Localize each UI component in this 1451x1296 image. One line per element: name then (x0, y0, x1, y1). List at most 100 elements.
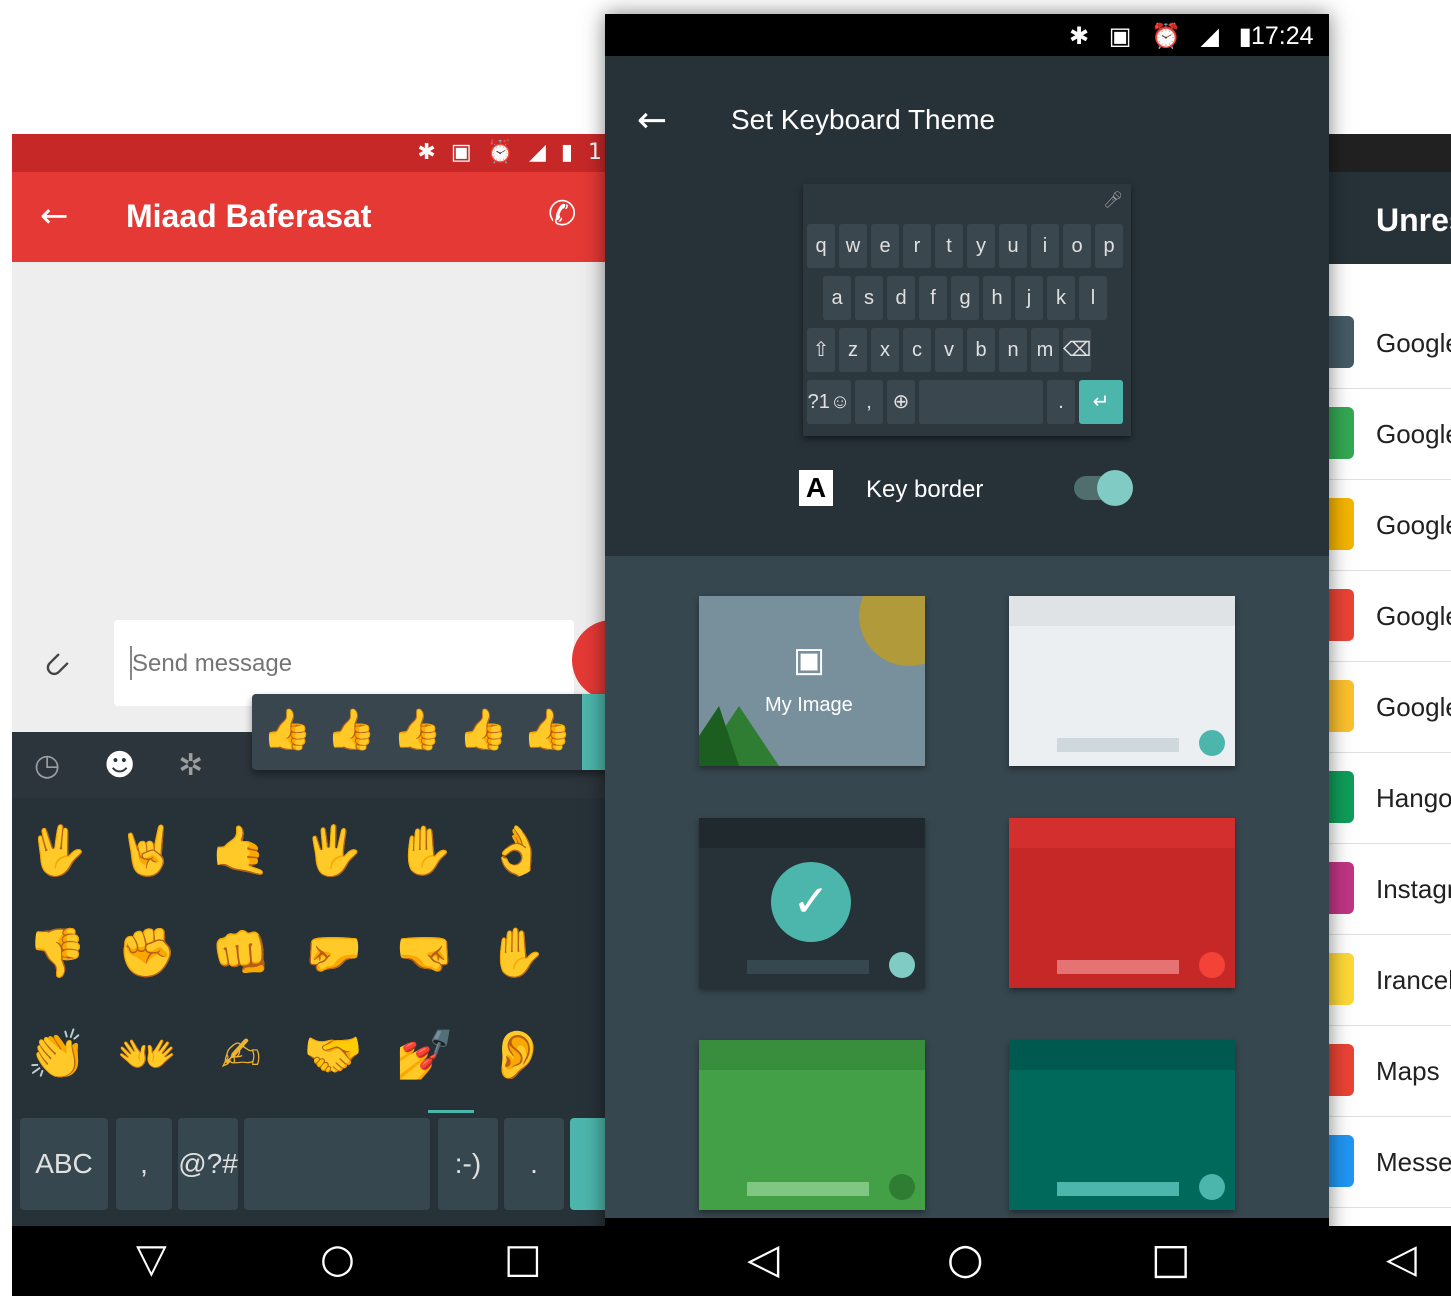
app-icon (1328, 316, 1354, 368)
preview-key: m (1031, 328, 1059, 372)
preview-key: f (919, 276, 947, 320)
theme-toolbar (699, 1040, 925, 1070)
app-list-item[interactable]: Google (1328, 298, 1451, 389)
emoji-key[interactable]: 👌 (482, 816, 552, 886)
comma-key[interactable]: , (116, 1118, 172, 1210)
theme-spacebar (1057, 1182, 1179, 1196)
theme-toolbar (1009, 818, 1235, 848)
emoji-key[interactable]: 💅 (390, 1020, 460, 1090)
preview-key: n (999, 328, 1027, 372)
app-bar: Unres (1328, 172, 1451, 264)
emoji-key[interactable]: ✋ (482, 918, 552, 988)
emoji-key[interactable]: ✍ (206, 1020, 276, 1090)
preview-key: e (871, 224, 899, 268)
status-bar: ✱ ▣ ⏰ ◢ ▮ 1 (12, 134, 612, 172)
theme-dark[interactable]: ✓ (699, 818, 925, 988)
skin-tone-option[interactable]: 👍 (458, 706, 508, 754)
theme-light[interactable] (1009, 596, 1235, 766)
smiley-icon[interactable]: ☻ (104, 748, 135, 783)
emoji-key[interactable]: 🤝 (298, 1020, 368, 1090)
app-list-item[interactable]: Hango (1328, 753, 1451, 844)
app-icon (1328, 589, 1354, 641)
emoji-key[interactable]: 👎 (22, 918, 92, 988)
app-icon (1328, 1044, 1354, 1096)
space-key[interactable] (244, 1118, 430, 1210)
app-icon (1328, 680, 1354, 732)
theme-green[interactable] (699, 1040, 925, 1210)
app-list-item[interactable]: Google (1328, 662, 1451, 753)
conversation-app-bar: ← Miaad Baferasat ✆ (12, 172, 612, 262)
emoticon-key[interactable]: :-) (438, 1118, 498, 1210)
recents-nav-icon[interactable]: □ (504, 1236, 542, 1282)
abc-key[interactable]: ABC (20, 1118, 108, 1210)
preview-key: ⇧ (807, 328, 835, 372)
app-list-item[interactable]: Instagr (1328, 844, 1451, 935)
skin-tone-option[interactable]: 👍 (522, 706, 572, 754)
home-nav-icon[interactable]: ○ (947, 1234, 984, 1283)
emoji-key[interactable]: 👐 (112, 1020, 182, 1090)
emoji-key[interactable]: 🤘 (112, 816, 182, 886)
preview-key: c (903, 328, 931, 372)
app-label: Google (1376, 328, 1451, 358)
app-list-item[interactable]: Google (1328, 389, 1451, 480)
app-list-item[interactable]: Google (1328, 480, 1451, 571)
attachment-icon[interactable]: ⊂ (32, 642, 78, 688)
preview-key: d (887, 276, 915, 320)
theme-accent-dot (1199, 730, 1225, 756)
app-list-item[interactable]: Maps (1328, 1026, 1451, 1117)
back-nav-icon[interactable]: ◁ (747, 1234, 779, 1283)
key-border-label: Key border (866, 476, 984, 503)
status-bar: ✱ ▣ ⏰ ◢ ▮ 17:24 (605, 14, 1329, 56)
back-arrow-icon[interactable]: ← (40, 196, 69, 236)
contact-name: Miaad Baferasat (126, 198, 372, 234)
home-nav-icon[interactable]: ○ (320, 1236, 355, 1282)
back-nav-icon[interactable]: ▽ (136, 1236, 167, 1282)
period-key[interactable]: . (504, 1118, 564, 1210)
recents-nav-icon[interactable]: □ (1151, 1234, 1191, 1283)
theme-my-image[interactable]: ▣ My Image (699, 596, 925, 766)
skin-tone-option[interactable]: 👍 (262, 706, 312, 754)
emoji-key[interactable]: 🤜 (390, 918, 460, 988)
app-label: Hango (1376, 783, 1451, 813)
sun-shape (859, 596, 925, 666)
emoji-key[interactable]: 🖐 (298, 816, 368, 886)
preview-key: r (903, 224, 931, 268)
skin-tone-option[interactable]: 👍 (392, 706, 442, 754)
emoji-keyboard: ◷ ☻ ✲ 👍 👍 👍 👍 👍 🖖 🤘 🤙 🖐 ✋ 👌 👎 ✊ 👊 🤛 🤜 ✋ 👏 👐 ✍ 🤝 💅 👂 ABC ,… (12, 694, 612, 1226)
theme-red[interactable] (1009, 818, 1235, 988)
emoji-key[interactable]: 👊 (206, 918, 276, 988)
theme-accent-dot (1199, 952, 1225, 978)
navigation-bar: ▽ ○ □ (12, 1226, 612, 1296)
navigation-bar: ◁ ○ □ (605, 1218, 1329, 1296)
emoji-key[interactable]: 🤙 (206, 816, 276, 886)
preview-key: u (999, 224, 1027, 268)
emoji-key[interactable]: 🖖 (22, 816, 92, 886)
gear-icon[interactable]: ✲ (178, 748, 203, 783)
preview-key: x (871, 328, 899, 372)
app-list-item[interactable]: Google (1328, 571, 1451, 662)
emoji-key[interactable]: 🤛 (298, 918, 368, 988)
back-nav-icon[interactable]: ◁ (1386, 1236, 1417, 1282)
back-arrow-icon[interactable]: ← (637, 100, 667, 141)
emoji-key[interactable]: ✋ (390, 816, 460, 886)
emoji-key[interactable]: ✊ (112, 918, 182, 988)
preview-key: y (967, 224, 995, 268)
theme-spacebar (1057, 738, 1179, 752)
theme-spacebar (1057, 960, 1179, 974)
recent-icon[interactable]: ◷ (34, 748, 60, 783)
status-icons: ✱ ▣ ⏰ ◢ ▮ (1069, 22, 1258, 50)
symbols-key[interactable]: @?# (178, 1118, 238, 1210)
emoji-key[interactable]: 👂 (482, 1020, 552, 1090)
app-list-item[interactable]: Messe (1328, 1117, 1451, 1208)
key-border-toggle-thumb[interactable] (1097, 470, 1133, 506)
theme-teal[interactable] (1009, 1040, 1235, 1210)
key-border-icon: A (799, 470, 833, 506)
emoji-key[interactable]: 👏 (22, 1020, 92, 1090)
skin-tone-option[interactable]: 👍 (326, 706, 376, 754)
preview-enter-key: ↵ (1079, 380, 1123, 424)
app-list-item[interactable]: Irancel (1328, 935, 1451, 1026)
preview-space-key (919, 380, 1043, 424)
app-label: Irancel (1376, 965, 1451, 995)
app-icon (1328, 1135, 1354, 1187)
phone-call-icon[interactable]: ✆ (548, 194, 577, 234)
